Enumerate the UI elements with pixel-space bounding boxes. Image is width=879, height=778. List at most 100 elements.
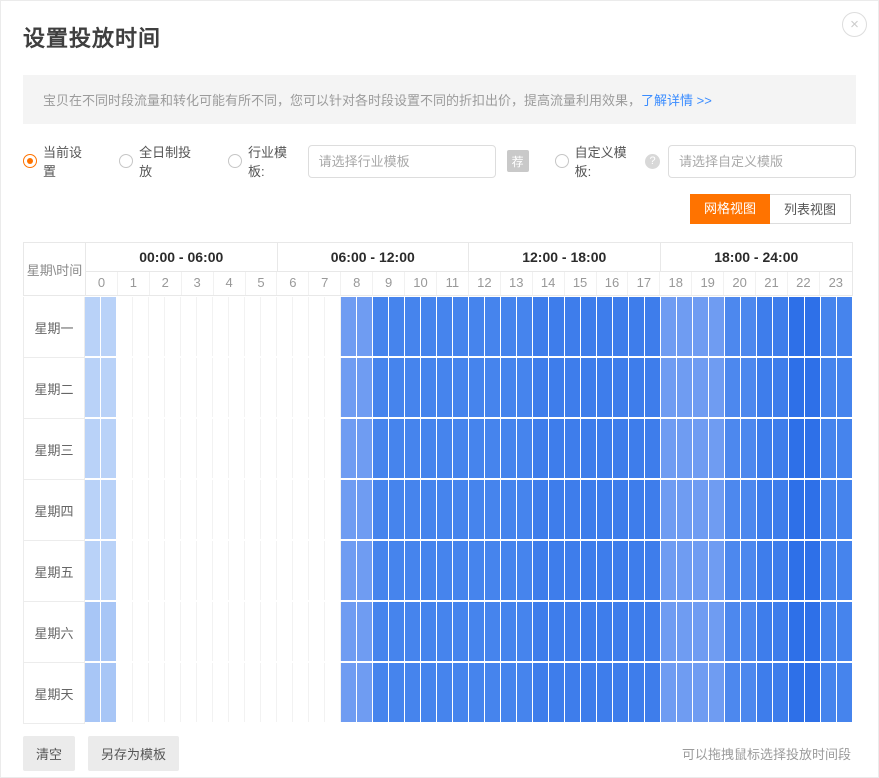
halfhour-cell[interactable] [741, 602, 757, 661]
halfhour-cell[interactable] [821, 663, 837, 722]
hour-label[interactable]: 14 [533, 272, 565, 295]
halfhour-cell[interactable] [309, 541, 325, 600]
halfhour-cell[interactable] [629, 541, 645, 600]
halfhour-cell[interactable] [133, 663, 149, 722]
halfhour-cell[interactable] [325, 297, 341, 356]
save-as-template-button[interactable]: 另存为模板 [88, 736, 179, 771]
halfhour-cell[interactable] [837, 663, 853, 722]
halfhour-cell[interactable] [181, 480, 197, 539]
halfhour-cell[interactable] [709, 297, 725, 356]
hour-label[interactable]: 8 [341, 272, 373, 295]
halfhour-cell[interactable] [165, 480, 181, 539]
halfhour-cell[interactable] [117, 358, 133, 417]
halfhour-cell[interactable] [533, 663, 549, 722]
halfhour-cell[interactable] [709, 480, 725, 539]
halfhour-cell[interactable] [517, 663, 533, 722]
halfhour-cell[interactable] [837, 480, 853, 539]
halfhour-cell[interactable] [517, 480, 533, 539]
halfhour-cell[interactable] [437, 419, 453, 478]
halfhour-cell[interactable] [261, 480, 277, 539]
halfhour-cell[interactable] [789, 602, 805, 661]
halfhour-cell[interactable] [421, 419, 437, 478]
halfhour-cell[interactable] [197, 419, 213, 478]
day-label[interactable]: 星期三 [24, 419, 84, 480]
halfhour-cell[interactable] [597, 541, 613, 600]
halfhour-cell[interactable] [661, 602, 677, 661]
halfhour-cell[interactable] [261, 419, 277, 478]
hour-label[interactable]: 17 [628, 272, 660, 295]
halfhour-cell[interactable] [181, 602, 197, 661]
halfhour-cell[interactable] [293, 480, 309, 539]
halfhour-cell[interactable] [261, 358, 277, 417]
halfhour-cell[interactable] [757, 480, 773, 539]
halfhour-cell[interactable] [645, 297, 661, 356]
halfhour-cell[interactable] [101, 602, 117, 661]
halfhour-cell[interactable] [613, 541, 629, 600]
halfhour-cell[interactable] [245, 358, 261, 417]
halfhour-cell[interactable] [261, 541, 277, 600]
day-label[interactable]: 星期天 [24, 663, 84, 724]
halfhour-cell[interactable] [549, 480, 565, 539]
halfhour-cell[interactable] [405, 358, 421, 417]
halfhour-cell[interactable] [421, 480, 437, 539]
halfhour-cell[interactable] [293, 297, 309, 356]
hour-label[interactable]: 13 [501, 272, 533, 295]
halfhour-cell[interactable] [293, 602, 309, 661]
halfhour-cell[interactable] [213, 419, 229, 478]
halfhour-cell[interactable] [293, 663, 309, 722]
halfhour-cell[interactable] [133, 480, 149, 539]
halfhour-cell[interactable] [197, 602, 213, 661]
halfhour-cell[interactable] [357, 358, 373, 417]
halfhour-cell[interactable] [469, 663, 485, 722]
halfhour-cell[interactable] [149, 541, 165, 600]
halfhour-cell[interactable] [645, 663, 661, 722]
halfhour-cell[interactable] [645, 602, 661, 661]
halfhour-cell[interactable] [85, 663, 101, 722]
hour-label[interactable]: 9 [373, 272, 405, 295]
halfhour-cell[interactable] [117, 541, 133, 600]
halfhour-cell[interactable] [597, 419, 613, 478]
halfhour-cell[interactable] [181, 541, 197, 600]
halfhour-cell[interactable] [309, 358, 325, 417]
halfhour-cell[interactable] [453, 419, 469, 478]
halfhour-cell[interactable] [693, 541, 709, 600]
halfhour-cell[interactable] [533, 480, 549, 539]
halfhour-cell[interactable] [837, 602, 853, 661]
halfhour-cell[interactable] [645, 480, 661, 539]
halfhour-cell[interactable] [709, 358, 725, 417]
halfhour-cell[interactable] [725, 480, 741, 539]
halfhour-cell[interactable] [501, 297, 517, 356]
hour-label[interactable]: 18 [660, 272, 692, 295]
halfhour-cell[interactable] [613, 358, 629, 417]
halfhour-cell[interactable] [549, 297, 565, 356]
halfhour-cell[interactable] [197, 358, 213, 417]
halfhour-cell[interactable] [133, 297, 149, 356]
halfhour-cell[interactable] [309, 663, 325, 722]
halfhour-cell[interactable] [165, 602, 181, 661]
halfhour-cell[interactable] [565, 419, 581, 478]
halfhour-cell[interactable] [341, 541, 357, 600]
halfhour-cell[interactable] [133, 358, 149, 417]
halfhour-cell[interactable] [261, 602, 277, 661]
halfhour-cell[interactable] [165, 663, 181, 722]
halfhour-cell[interactable] [453, 541, 469, 600]
halfhour-cell[interactable] [725, 602, 741, 661]
halfhour-cell[interactable] [213, 663, 229, 722]
halfhour-cell[interactable] [197, 480, 213, 539]
halfhour-cell[interactable] [133, 419, 149, 478]
halfhour-cell[interactable] [613, 663, 629, 722]
halfhour-cell[interactable] [693, 358, 709, 417]
halfhour-cell[interactable] [805, 297, 821, 356]
halfhour-cell[interactable] [229, 480, 245, 539]
halfhour-cell[interactable] [117, 602, 133, 661]
halfhour-cell[interactable] [453, 297, 469, 356]
halfhour-cell[interactable] [565, 480, 581, 539]
halfhour-cell[interactable] [165, 358, 181, 417]
halfhour-cell[interactable] [421, 297, 437, 356]
hour-label[interactable]: 6 [277, 272, 309, 295]
halfhour-cell[interactable] [101, 419, 117, 478]
halfhour-cell[interactable] [741, 419, 757, 478]
halfhour-cell[interactable] [613, 297, 629, 356]
halfhour-cell[interactable] [245, 602, 261, 661]
halfhour-cell[interactable] [213, 358, 229, 417]
